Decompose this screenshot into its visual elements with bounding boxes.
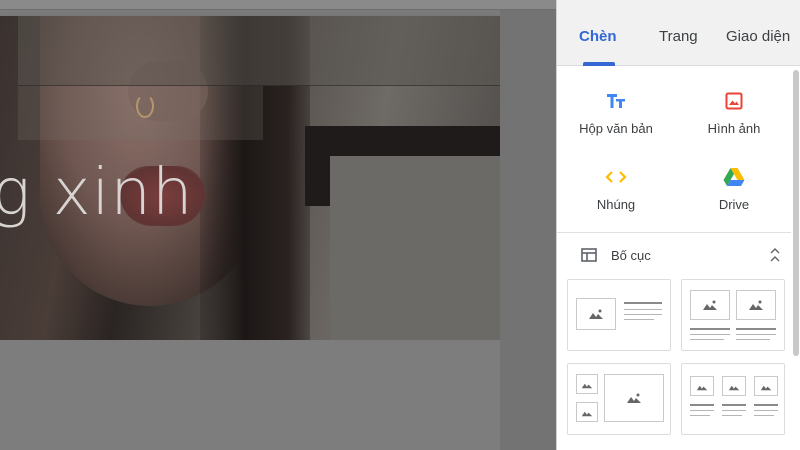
text-box-button[interactable]: Hộp văn bản bbox=[561, 90, 671, 136]
hero-photo-wall bbox=[330, 156, 500, 340]
layout-section-label: Bố cục bbox=[611, 248, 651, 263]
embed-button[interactable]: Nhúng bbox=[561, 166, 671, 212]
text-box-icon bbox=[561, 90, 671, 112]
image-placeholder-icon bbox=[576, 298, 616, 330]
layout-section-header[interactable]: Bố cục bbox=[581, 246, 791, 266]
image-placeholder-icon bbox=[690, 376, 714, 396]
header-image-section[interactable]: g xinh bbox=[0, 16, 500, 340]
image-placeholder-icon bbox=[690, 290, 730, 320]
embed-label: Nhúng bbox=[596, 197, 636, 212]
image-placeholder-icon bbox=[754, 376, 778, 396]
image-icon bbox=[679, 90, 789, 112]
collapse-icon[interactable] bbox=[769, 246, 781, 264]
image-label: Hình ảnh bbox=[707, 121, 761, 136]
layout-icon bbox=[581, 248, 597, 267]
image-placeholder-icon bbox=[736, 290, 776, 320]
layout-option-image-text[interactable] bbox=[567, 279, 671, 351]
embed-code-icon bbox=[561, 166, 671, 188]
header-overlay-band bbox=[18, 16, 500, 86]
image-placeholder-icon bbox=[604, 374, 664, 422]
image-placeholder-icon bbox=[722, 376, 746, 396]
site-title-text[interactable]: g xinh bbox=[0, 156, 194, 230]
section-divider bbox=[557, 232, 791, 233]
panel-scrollbar[interactable] bbox=[793, 70, 799, 356]
header-overlay-box bbox=[18, 86, 263, 140]
insert-panel: Chèn Trang Giao diện Hộp văn bản Hình ản… bbox=[556, 0, 800, 450]
layout-option-two-images[interactable] bbox=[681, 279, 785, 351]
drive-label: Drive bbox=[718, 197, 750, 212]
text-box-label: Hộp văn bản bbox=[579, 121, 653, 136]
image-button[interactable]: Hình ảnh bbox=[679, 90, 789, 136]
tab-themes[interactable]: Giao diện bbox=[726, 28, 790, 45]
layout-option-three-images[interactable] bbox=[681, 363, 785, 435]
image-placeholder-icon bbox=[576, 374, 598, 394]
drive-button[interactable]: Drive bbox=[679, 166, 789, 212]
canvas-gutter bbox=[500, 10, 556, 450]
panel-tabs: Chèn Trang Giao diện bbox=[557, 0, 800, 66]
canvas-top-bar bbox=[0, 0, 556, 10]
layout-option-gallery[interactable] bbox=[567, 363, 671, 435]
editor-canvas: g xinh bbox=[0, 0, 556, 450]
image-placeholder-icon bbox=[576, 402, 598, 422]
tab-insert[interactable]: Chèn bbox=[579, 28, 617, 45]
google-drive-icon bbox=[679, 166, 789, 188]
tab-pages[interactable]: Trang bbox=[659, 28, 698, 45]
